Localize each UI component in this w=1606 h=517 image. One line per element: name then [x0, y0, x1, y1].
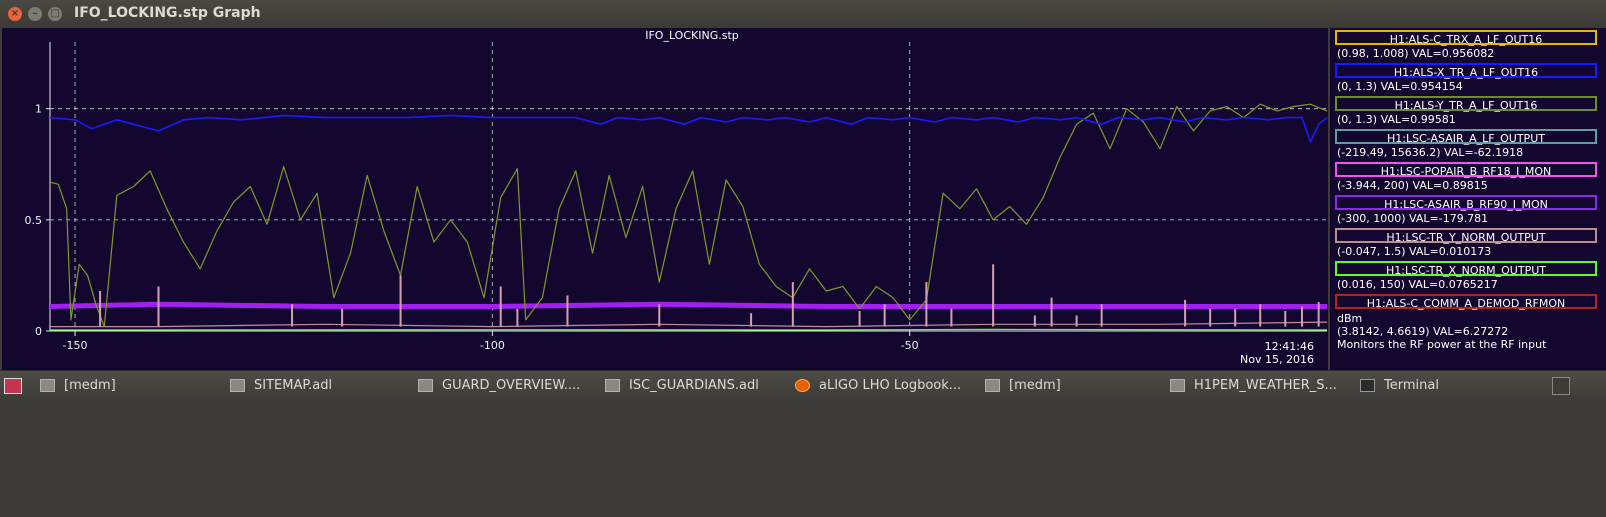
window-icon — [605, 379, 620, 392]
taskbar-item[interactable]: [medm] — [985, 377, 1061, 395]
window-title: IFO_LOCKING.stp Graph — [74, 5, 261, 21]
window-icon — [230, 379, 245, 392]
y-tick-label: 1 — [35, 103, 42, 116]
window-icon — [985, 379, 1000, 392]
y-tick-label: 0.5 — [25, 214, 43, 227]
taskbar: [medm] SITEMAP.adl GUARD_OVERVIEW.... ISC_G… — [0, 370, 1606, 517]
series-line — [49, 328, 1328, 331]
show-desktop-icon[interactable] — [4, 378, 22, 394]
date-label: Nov 15, 2016 — [1240, 353, 1314, 366]
legend-channel-box[interactable]: H1:ALS-Y_TR_A_LF_OUT16 — [1335, 96, 1597, 112]
series-line — [49, 301, 1327, 309]
legend-channel-box[interactable]: H1:ALS-C_COMM_A_DEMOD_RFMON — [1335, 294, 1597, 310]
taskbar-item[interactable]: H1PEM_WEATHER_S... — [1170, 377, 1337, 395]
tray-icon[interactable] — [1552, 377, 1570, 395]
legend-channel-box[interactable]: H1:LSC-ASAIR_A_LF_OUTPUT — [1335, 129, 1597, 145]
taskbar-item[interactable]: aLIGO LHO Logbook... — [795, 377, 961, 395]
x-tick-label: -50 — [901, 339, 919, 352]
legend-range-text: (0.016, 150) VAL=0.0765217 — [1337, 278, 1498, 291]
legend-channel-box[interactable]: H1:LSC-POPAIR_B_RF18_I_MON — [1335, 162, 1597, 178]
taskbar-item-label: GUARD_OVERVIEW.... — [442, 378, 581, 393]
legend-channel-box[interactable]: H1:ALS-C_TRX_A_LF_OUT16 — [1335, 30, 1597, 46]
legend-extra-text: Monitors the RF power at the RF input — [1337, 338, 1547, 351]
legend-range-text: (-300, 1000) VAL=-179.781 — [1337, 212, 1489, 225]
taskbar-item[interactable]: SITEMAP.adl — [230, 377, 332, 395]
strip-chart-svg: 0 0.5 1 -150 -100 -50 IFO_LOCKING.stp 12:41:46N… — [25, 29, 1328, 366]
close-window-button[interactable]: × — [8, 7, 22, 21]
legend-extra-text: dBm — [1337, 312, 1363, 325]
series-line — [49, 103, 1328, 328]
taskbar-item-label: SITEMAP.adl — [254, 378, 333, 393]
taskbar-item-label: [medm] — [1009, 378, 1061, 393]
legend-range-text: (0.98, 1.008) VAL=0.956082 — [1337, 47, 1495, 60]
legend-channel-box[interactable]: H1:ALS-X_TR_A_LF_OUT16 — [1335, 63, 1597, 79]
taskbar-item[interactable]: ISC_GUARDIANS.adl — [605, 377, 759, 395]
legend-range-text: (-3.944, 200) VAL=0.89815 — [1337, 179, 1488, 192]
series-line — [50, 321, 1328, 328]
legend-range-text: (0, 1.3) VAL=0.954154 — [1337, 80, 1463, 93]
legend-channel-box[interactable]: H1:LSC-TR_Y_NORM_OUTPUT — [1335, 228, 1597, 244]
window-icon — [418, 379, 433, 392]
terminal-icon — [1360, 379, 1375, 392]
maximize-window-button[interactable]: □ — [48, 7, 62, 21]
legend-extra-text: (3.8142, 4.6619) VAL=6.27272 — [1337, 325, 1509, 338]
taskbar-item[interactable]: [medm] — [40, 377, 116, 395]
window-titlebar[interactable]: × – □ IFO_LOCKING.stp Graph — [0, 0, 1606, 28]
firefox-icon — [795, 379, 810, 392]
taskbar-item-label: [medm] — [64, 378, 116, 393]
legend-panel: H1:ALS-C_TRX_A_LF_OUT16 (0.98, 1.008) VAL… — [1330, 28, 1606, 370]
taskbar-item-label: ISC_GUARDIANS.adl — [629, 378, 759, 393]
legend-range-text: (-219.49, 15636.2) VAL=-62.1918 — [1337, 146, 1524, 159]
y-tick-label: 0 — [35, 325, 42, 338]
taskbar-item[interactable]: Terminal — [1360, 377, 1439, 395]
legend-channel-box[interactable]: H1:LSC-TR_X_NORM_OUTPUT — [1335, 261, 1597, 277]
legend-range-text: (-0.047, 1.5) VAL=0.010173 — [1337, 245, 1492, 258]
time-label: 12:41:46 — [1265, 340, 1314, 353]
strip-chart-plot[interactable]: 0 0.5 1 -150 -100 -50 IFO_LOCKING.stp 12:41:46 N… — [2, 28, 1328, 370]
legend-channel-box[interactable]: H1:LSC-ASAIR_B_RF90_I_MON — [1335, 195, 1597, 211]
chart-title: IFO_LOCKING.stp — [645, 29, 739, 42]
x-tick-label: -100 — [480, 339, 505, 352]
taskbar-strip: [medm] SITEMAP.adl GUARD_OVERVIEW.... ISC_G… — [0, 370, 1606, 401]
taskbar-item-label: H1PEM_WEATHER_S... — [1194, 378, 1337, 393]
taskbar-item-label: aLIGO LHO Logbook... — [819, 378, 962, 393]
taskbar-item[interactable]: GUARD_OVERVIEW.... — [418, 377, 580, 395]
taskbar-item-label: Terminal — [1384, 378, 1439, 393]
x-tick-label: -150 — [63, 339, 88, 352]
window-icon — [40, 379, 55, 392]
window-icon — [1170, 379, 1185, 392]
minimize-window-button[interactable]: – — [28, 7, 42, 21]
legend-range-text: (0, 1.3) VAL=0.99581 — [1337, 113, 1456, 126]
series-line — [49, 114, 1328, 143]
